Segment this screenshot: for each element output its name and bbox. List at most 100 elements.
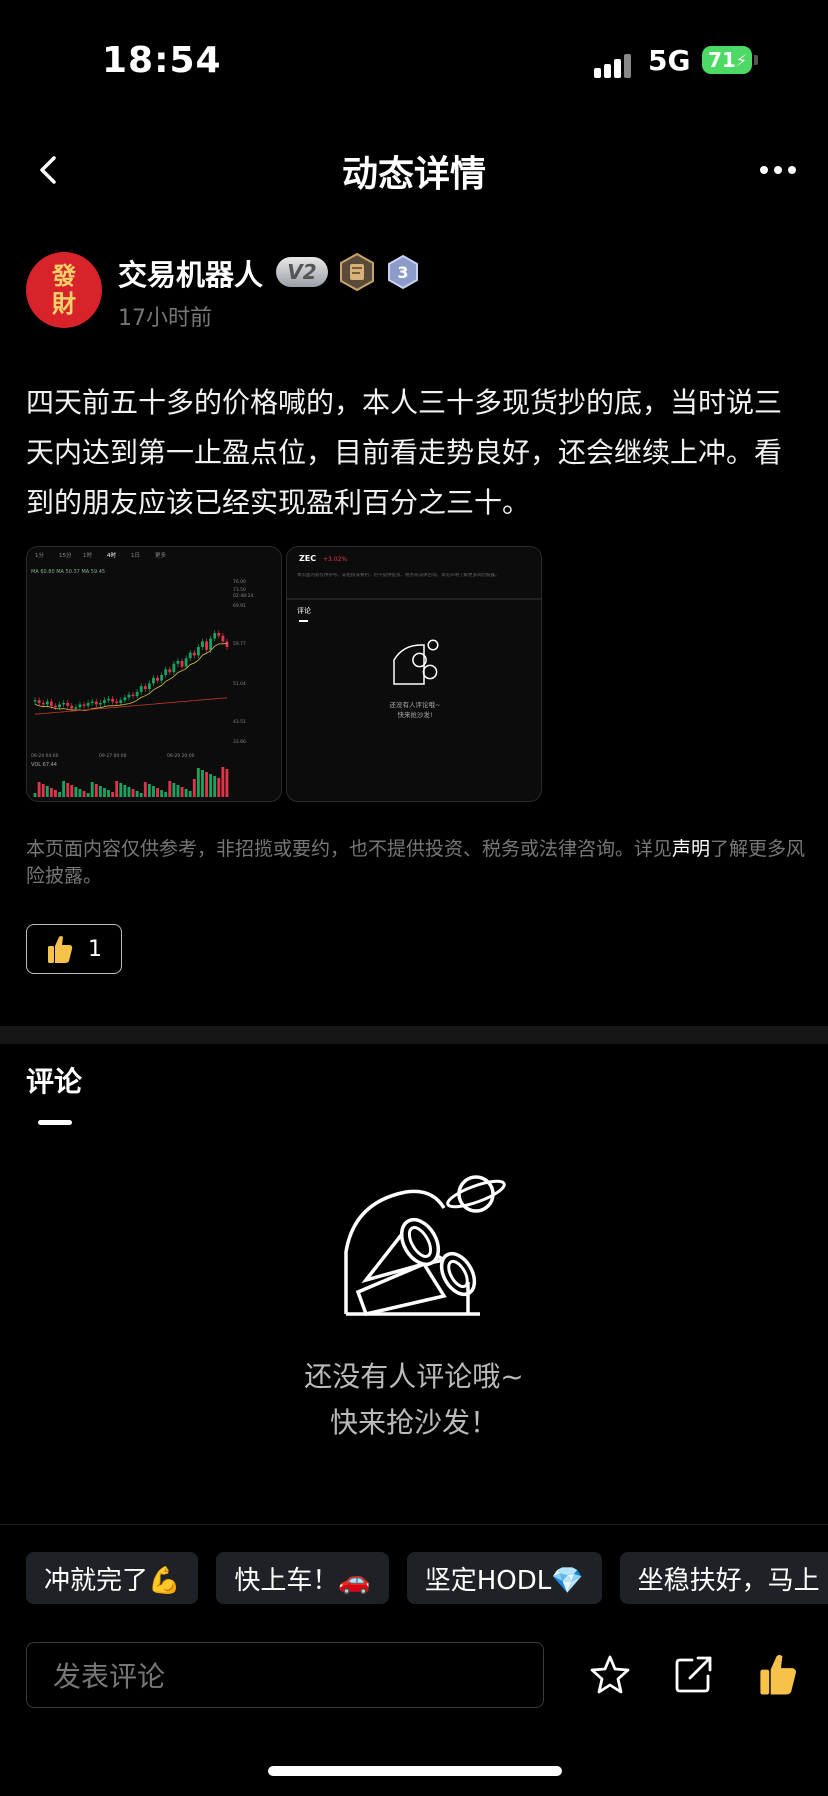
avatar-char-1: 發	[52, 261, 76, 290]
volume-bar	[168, 781, 172, 797]
candle-body	[209, 638, 213, 650]
volume-bar	[156, 788, 159, 797]
candle-body	[188, 652, 192, 659]
chart-tab: 更多	[155, 551, 167, 559]
volume-bar	[213, 776, 217, 797]
candle-body	[221, 635, 225, 642]
volume-bar	[115, 781, 119, 797]
achievement-badge-icon	[338, 252, 376, 292]
chart-tab: 15分	[59, 551, 72, 559]
avatar-char-2: 財	[52, 289, 76, 318]
signal-icon	[594, 50, 638, 78]
candle-body	[225, 641, 229, 647]
binoculars-illustration-icon	[340, 1164, 510, 1328]
chart-tab: 4时	[107, 551, 116, 559]
volume-bar	[225, 769, 229, 797]
more-dots-icon[interactable]	[760, 158, 804, 182]
volume-bar	[196, 768, 200, 797]
candle-body	[172, 663, 176, 673]
status-time: 18:54	[102, 40, 222, 81]
like-button[interactable]: 1	[26, 924, 122, 974]
candle-body	[192, 652, 196, 656]
status-bar: 18:54 5G 71 ⚡	[0, 0, 828, 120]
thumbs-up-icon[interactable]	[756, 1652, 800, 1696]
quick-reply-bar: 冲就完了💪 快上车！🚗 坚定HODL💎 坐稳扶好，马上	[0, 1552, 828, 1604]
volume-bar	[143, 782, 147, 797]
quick-reply-chip[interactable]: 坚定HODL💎	[406, 1552, 602, 1604]
price-label: 76.00	[233, 579, 246, 585]
post-image-screenshot[interactable]: ZEC +3.02% 本页面内容仅供参考，非招揽或要约，也不提供投资、税务或法律…	[286, 546, 542, 802]
volume-bar	[103, 788, 106, 797]
candle-body	[135, 691, 139, 696]
volume-bar	[58, 792, 61, 797]
star-icon[interactable]	[588, 1652, 632, 1696]
volume-bar	[164, 792, 168, 797]
share-icon[interactable]	[672, 1652, 716, 1696]
bottom-divider	[0, 1524, 828, 1525]
candle-body	[111, 698, 115, 702]
candle-body	[139, 686, 143, 692]
candle-body	[41, 703, 45, 705]
candle-body	[94, 701, 98, 705]
battery-tip	[754, 55, 758, 65]
candle-body	[156, 677, 159, 681]
volume-bar	[160, 790, 164, 797]
candle-body	[45, 701, 49, 705]
volume-bar	[209, 774, 213, 797]
price-label: 02:48:24	[233, 593, 253, 599]
candle-body	[217, 633, 221, 636]
candle-body	[74, 707, 78, 709]
volume-bar	[201, 770, 204, 797]
volume-bar	[221, 767, 225, 797]
quick-reply-chip[interactable]: 快上车！🚗	[216, 1552, 389, 1604]
battery-icon: 71 ⚡	[702, 46, 752, 74]
candle-body	[103, 700, 106, 703]
volume-bar	[152, 786, 155, 797]
price-label: 59.77	[233, 641, 246, 647]
volume-bar	[123, 785, 127, 797]
comments-title[interactable]: 评论	[26, 1060, 82, 1100]
mini-empty-line1: 还没有人评论哦~	[390, 700, 441, 709]
volume-bar	[188, 791, 192, 797]
date-label: 09-27 00:00	[99, 753, 127, 759]
kline-chart: 1分 15分 1时 4时 1日 更多 MA 60.80 MA 50.37 MA 59.45…	[31, 551, 253, 797]
mini-change: +3.02%	[323, 556, 347, 563]
volume-bar	[147, 784, 151, 797]
volume-bar	[90, 782, 94, 797]
volume-bar	[54, 790, 57, 797]
candle-body	[143, 686, 147, 689]
volume-bar	[192, 779, 196, 797]
quick-reply-chip[interactable]: 冲就完了💪	[26, 1552, 199, 1604]
candle-body	[152, 677, 155, 684]
comments-tab-indicator	[38, 1120, 72, 1125]
candle-body	[131, 694, 135, 696]
empty-comments-line2: 快来抢沙发！	[329, 1406, 498, 1439]
mini-symbol: ZEC	[299, 554, 316, 563]
candle-body	[54, 705, 57, 708]
candle-body	[82, 704, 86, 706]
disclaimer-link[interactable]: 声明	[672, 838, 710, 860]
post-time: 17小时前	[118, 306, 212, 331]
post-text: 四天前五十多的价格喊的，本人三十多现货抄的底，当时说三天内达到第一止盈点位，目前…	[26, 386, 783, 519]
candle-body	[180, 661, 184, 667]
volume-bar	[70, 785, 74, 797]
candle-body	[70, 705, 74, 709]
candle-body	[201, 641, 204, 647]
screenshot-preview: ZEC +3.02% 本页面内容仅供参考，非招揽或要约，也不提供投资、税务或法律…	[287, 554, 541, 719]
mini-empty-illustration	[393, 639, 439, 685]
volume-bar	[41, 784, 45, 797]
author-name[interactable]: 交易机器人	[118, 252, 263, 294]
thumbs-up-icon	[48, 936, 73, 963]
volume-bar	[37, 782, 41, 797]
candle-body	[176, 661, 180, 664]
chart-tab: 1时	[83, 551, 92, 559]
candle-body	[127, 694, 131, 698]
avatar[interactable]: 發 財	[26, 252, 102, 328]
volume-bar	[98, 786, 102, 797]
price-label: 69.91	[233, 603, 246, 609]
volume-bar	[111, 792, 115, 797]
quick-reply-chip[interactable]: 坐稳扶好，马上	[619, 1552, 828, 1604]
post-image-chart[interactable]: 1分 15分 1时 4时 1日 更多 MA 60.80 MA 50.37 MA 59.45…	[26, 546, 282, 802]
comment-input[interactable]: 发表评论	[26, 1642, 544, 1708]
mini-empty-line2: 快来抢沙发!	[397, 710, 432, 719]
